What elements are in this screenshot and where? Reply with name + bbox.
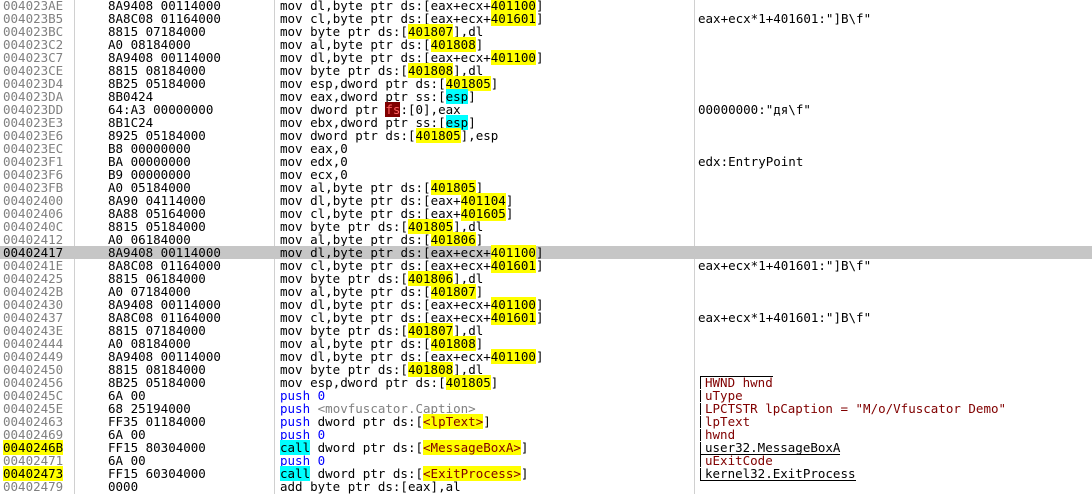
instruction-address: 00402479 [3,479,64,494]
operand-token[interactable]: 401100 [490,349,536,364]
operand-token: ] [535,310,544,325]
instruction-disassembly: add byte ptr ds:[eax],al [280,480,690,493]
operand-token: ] [483,414,491,429]
operand-token: ] [468,89,476,104]
instruction-row[interactable]: 004023DD 64:A3 00000000 mov dword ptr fs:[… [0,102,1092,117]
operand-token: ds [392,440,408,455]
operand-token: ds [377,479,393,494]
instruction-comment [698,220,1092,233]
instruction-comment [698,194,1092,207]
instruction-comment [698,25,1092,38]
operand-token: + [483,11,491,26]
operand-token: :[ [407,440,424,455]
operand-token: eax [407,479,431,494]
comment-text: eax+ecx*1+401601:"]B\f" [698,11,872,26]
operand-token: ], [460,128,476,143]
instruction-disassembly: push dword ptr ds:[<lpText>] [280,414,690,429]
instruction-comment: eax+ecx*1+401601:"]B\f" [698,259,1092,272]
operand-token: ], [430,479,446,494]
instruction-comment: lpText [698,415,1092,428]
comment-text: eax+ecx*1+401601:"]B\f" [698,258,872,273]
instruction-row[interactable]: 00402479 0000 add byte ptr ds:[eax],al [0,480,1092,493]
comment-text: eax+ecx*1+401601:"]B\f" [698,310,872,325]
instruction-comment [698,207,1092,220]
instruction-row[interactable]: 00402463 FF35 01184000 push dword ptr ds:[… [0,414,1092,429]
instruction-comment: kernel32.ExitProcess [698,467,1092,481]
instruction-comment [698,129,1092,142]
instruction-row[interactable]: 004023D4 8B25 05184000 mov esp,dword ptr d… [0,76,1092,91]
operand-token: + [483,310,491,325]
instruction-comment: 00000000:"дя\f" [698,103,1092,116]
operand-token[interactable]: <MessageBoxA> [423,440,521,455]
instruction-comment [698,64,1092,77]
instruction-comment [698,38,1092,51]
operand-token: ] [490,76,499,91]
operand-token: ] [520,440,529,455]
operand-token: ] [490,375,499,390]
instruction-row[interactable]: 00402456 8B25 05184000 mov esp,dword ptr d… [0,375,1092,390]
operand-token[interactable]: 401601 [490,11,536,26]
instruction-row[interactable]: 00402473 FF15 60304000 call dword ptr ds:[… [0,466,1092,481]
operand-token: + [483,50,491,65]
operand-token: :[ [407,414,424,429]
operand-token: ] [505,206,514,221]
operand-token: ds [415,375,431,390]
instruction-comment [698,337,1092,350]
operand-token: dword ptr [317,440,393,455]
comment-text: edx:EntryPoint [698,154,804,169]
operand-token: ds [385,128,401,143]
operand-token[interactable]: <lpText> [423,414,484,429]
instruction-disassembly: mov esp,dword ptr ds:[401805] [280,375,690,390]
operand-token: + [483,349,491,364]
operand-token: :[ [430,375,446,390]
instruction-row[interactable]: 0040246B FF15 80304000 call dword ptr ds:[… [0,440,1092,455]
instruction-comment: edx:EntryPoint [698,155,1092,168]
operand-token: ] [535,349,544,364]
operand-token[interactable]: 401601 [490,258,536,273]
comment-text: 00000000:"дя\f" [698,102,811,117]
instruction-mnemonic: add [280,479,303,494]
operand-token: dword ptr [317,414,393,429]
operand-token[interactable]: 401601 [490,310,536,325]
instruction-comment [698,285,1092,298]
instruction-comment: eax+ecx*1+401601:"]B\f" [698,12,1092,25]
operand-token: al [445,479,461,494]
instruction-comment: LPCTSTR lpCaption = "M/o/Vfuscator Demo" [698,402,1092,415]
instruction-comment [698,181,1092,194]
operand-token: :[ [392,479,408,494]
operand-token: dword ptr [340,375,416,390]
instruction-comment: eax+ecx*1+401601:"]B\f" [698,311,1092,324]
instruction-comment [698,350,1092,363]
instruction-comment [698,51,1092,64]
operand-token[interactable]: 401805 [445,375,491,390]
operand-token[interactable]: 401805 [415,128,461,143]
instruction-comment [698,324,1092,337]
disassembly-view[interactable]: 004023AE 8A9408 00114000 mov dl,byte ptr d… [0,0,1092,494]
instruction-disassembly: call dword ptr ds:[<MessageBoxA>] [280,440,690,455]
operand-token: esp [475,128,499,143]
instruction-comment [698,77,1092,90]
instruction-comment [698,116,1092,129]
operand-token: ] [520,466,529,481]
operand-token: byte ptr [310,479,378,494]
instruction-comment [698,272,1092,285]
operand-token: ] [535,258,544,273]
instruction-comment [698,233,1092,246]
operand-token: ] [535,50,544,65]
instruction-comment [698,168,1092,181]
operand-token[interactable]: 401100 [490,50,536,65]
operand-token: + [483,258,491,273]
operand-token: ds [392,414,408,429]
instruction-comment: HWND hwnd [698,376,1092,389]
operand-token: :[ [400,128,416,143]
operand-token: ] [535,11,544,26]
instruction-bytes: 0000 [108,479,139,494]
instruction-comment [698,480,1092,493]
